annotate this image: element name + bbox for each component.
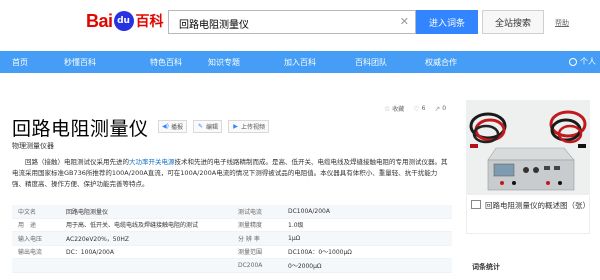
info-value: 0～2000μΩ (288, 262, 322, 270)
info-row: 输出电流 DC：100A/200A 测量范围 DC100A：0～1000μΩ (12, 246, 452, 259)
info-key: 输出电流 (18, 249, 43, 257)
info-key: 用 途 (18, 222, 37, 230)
upload-video-button[interactable]: ▶ 上传视频 (228, 120, 270, 133)
info-key: 输入电压 (18, 235, 43, 243)
info-value: DC：100A/200A (66, 249, 114, 257)
user-menu-label: 个人 (580, 57, 596, 66)
info-value: DC100A/200A (288, 207, 330, 215)
logo-bai-text: Bai (86, 10, 113, 31)
nav-item-join[interactable]: 加入百科 (284, 57, 316, 68)
basic-info-table: 中文名 回路电阻测量仪 测试电流 DC100A/200A 用 途 用于高、低开关… (12, 205, 452, 273)
logo-baike-text: 百科 (135, 14, 164, 30)
edit-button[interactable]: ✎ 编辑 (193, 120, 223, 133)
info-key: DC200A (238, 261, 263, 269)
edit-label: 编辑 (206, 124, 219, 131)
info-key: 测量精度 (238, 222, 263, 230)
entry-stats-heading: 词条统计 (472, 263, 500, 271)
entry-subtitle: 物理测量仪器 (12, 142, 54, 150)
site-header: Bai du 百科 回路电阻测量仪 ✕ 进入词条 全站搜索 帮助 (0, 0, 600, 44)
help-link[interactable]: 帮助 (555, 18, 569, 28)
upload-video-label: 上传视频 (241, 124, 266, 131)
video-icon: ▶ (233, 123, 238, 130)
clear-icon[interactable]: ✕ (400, 15, 409, 28)
pencil-icon: ✎ (198, 123, 204, 130)
collect-button[interactable]: ☆ 收藏 (384, 104, 405, 114)
nav-item-miaodong[interactable]: 秒懂百科 (64, 57, 96, 68)
info-key: 分 辨 率 (238, 235, 260, 243)
resistance-tester-illustration (466, 100, 590, 195)
user-icon (569, 57, 577, 66)
broadcast-label: 播报 (171, 124, 184, 131)
search-input[interactable]: 回路电阻测量仪 ✕ (168, 10, 416, 34)
share-icon: ↗ (434, 104, 441, 113)
info-row: 输入电压 AC220eV20%，50HZ 分 辨 率 1μΩ (12, 232, 452, 246)
summary-text-1: 回路（接触）电阻测试仪采用先进的 (25, 158, 129, 166)
image-caption-text: 回路电阻测量仪的概述图（张） (485, 201, 590, 210)
nav-item-partner[interactable]: 权威合作 (425, 57, 457, 68)
info-value: 回路电阻测量仪 (66, 208, 109, 216)
info-key: 测试电流 (238, 208, 263, 216)
image-album-icon (471, 200, 481, 209)
search-input-value: 回路电阻测量仪 (179, 20, 249, 31)
user-menu[interactable]: 个人 (569, 56, 596, 67)
like-count: 6 (421, 105, 426, 112)
nav-item-topics[interactable]: 知识专题 (208, 57, 240, 68)
info-row: 用 途 用于高、低开关、电缆电线及焊缝接触电阻的测试 测量精度 1.0级 (12, 219, 452, 232)
logo-paw-icon: du (113, 11, 134, 31)
baidu-baike-logo[interactable]: Bai du 百科 (86, 6, 164, 36)
entry-summary: 回路（接触）电阻测试仪采用先进的大功率开关电源技术和先进的电子线路精制而成。是高… (12, 157, 450, 190)
star-icon: ☆ (384, 104, 391, 113)
info-value: 1μΩ (288, 234, 301, 242)
collect-label: 收藏 (392, 106, 405, 113)
share-count: 0 (442, 105, 447, 112)
info-row: DC200A 0～2000μΩ (12, 259, 452, 273)
image-caption[interactable]: 回路电阻测量仪的概述图（张） (466, 196, 590, 234)
page-title: 回路电阻测量仪 (12, 118, 149, 140)
speaker-icon: ◀) (162, 123, 169, 130)
info-value: 用于高、低开关、电缆电线及焊缝接触电阻的测试 (66, 222, 199, 230)
info-key: 中文名 (18, 208, 37, 216)
nav-item-featured[interactable]: 特色百科 (150, 57, 182, 68)
product-image[interactable] (466, 100, 590, 195)
nav-item-home[interactable]: 首页 (12, 57, 28, 68)
info-key: 测量范围 (238, 249, 263, 257)
like-button[interactable]: ♡ 6 (413, 104, 425, 113)
info-value: 1.0级 (288, 222, 304, 230)
site-search-button[interactable]: 全站搜索 (482, 10, 544, 34)
info-row: 中文名 回路电阻测量仪 测试电流 DC100A/200A (12, 205, 452, 219)
thumb-up-icon: ♡ (413, 104, 420, 113)
nav-item-team[interactable]: 百科团队 (355, 57, 387, 68)
share-button[interactable]: ↗ 0 (434, 104, 446, 113)
entry-tools: ☆ 收藏 ♡ 6 ↗ 0 (384, 104, 446, 114)
title-actions: ◀) 播报 ✎ 编辑 ▶ 上传视频 (158, 120, 270, 133)
info-value: AC220eV20%，50HZ (66, 235, 130, 243)
main-nav: 首页 秒懂百科 特色百科 知识专题 加入百科 百科团队 权威合作 个人 (0, 51, 600, 73)
info-value: DC100A：0～1000μΩ (288, 249, 352, 257)
broadcast-button[interactable]: ◀) 播报 (158, 120, 188, 133)
enter-entry-button[interactable]: 进入词条 (416, 10, 478, 34)
summary-link-power-supply[interactable]: 大功率开关电源 (129, 158, 175, 166)
